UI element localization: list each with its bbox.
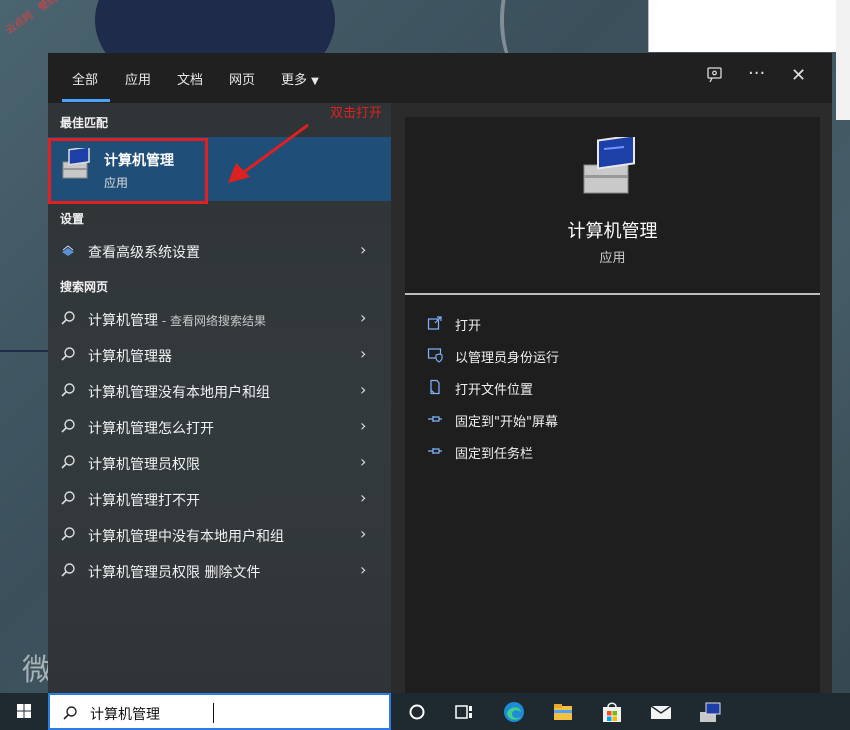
chevron-right-icon: › [360, 416, 367, 435]
section-best-match: 最佳匹配 [60, 116, 109, 130]
action-open-file-location-label: 打开文件位置 [455, 383, 534, 398]
web-result-label: 计算机管理器 [88, 349, 172, 365]
search-icon [61, 527, 75, 541]
web-result-label: 计算机管理中没有本地用户和组 [88, 529, 284, 545]
taskbar: 计算机管理 [0, 693, 850, 730]
tab-apps[interactable]: 应用 [125, 69, 151, 88]
web-result-row[interactable]: 计算机管理员权限 › [48, 445, 391, 481]
web-result-row[interactable]: 计算机管理打不开 › [48, 481, 391, 517]
settings-item-label: 查看高级系统设置 [88, 245, 200, 261]
search-icon [61, 455, 75, 469]
web-result-label: 计算机管理员权限 [88, 457, 200, 473]
web-result-row[interactable]: 计算机管理怎么打开 › [48, 409, 391, 445]
settings-item-advanced-system[interactable]: 查看高级系统设置 › [48, 233, 391, 269]
chevron-right-icon: › [360, 380, 367, 399]
web-result-label: 计算机管理打不开 [88, 493, 200, 509]
action-open-label: 打开 [455, 319, 482, 334]
highlight-box [48, 138, 208, 204]
task-view-icon[interactable] [452, 700, 476, 724]
detail-title: 计算机管理 [567, 221, 658, 242]
action-run-as-admin-label: 以管理员身份运行 [455, 351, 560, 366]
computer-management-taskbar-icon[interactable] [698, 700, 722, 724]
detail-divider [405, 293, 820, 295]
mail-icon[interactable] [649, 700, 673, 724]
file-explorer-icon[interactable] [551, 700, 575, 724]
chevron-right-icon: › [360, 488, 367, 507]
tab-more[interactable]: 更多 ▼ [281, 69, 319, 88]
tab-more-label: 更多 [281, 73, 308, 88]
open-icon [427, 316, 442, 330]
chevron-right-icon: › [360, 560, 367, 579]
detail-subtitle: 应用 [599, 251, 626, 266]
cortana-icon[interactable] [405, 700, 429, 724]
action-pin-to-start-label: 固定到"开始"屏幕 [455, 415, 558, 430]
background-window-edge [836, 0, 850, 120]
web-result-label: 计算机管理怎么打开 [88, 421, 214, 437]
web-result-row[interactable]: 计算机管理没有本地用户和组 › [48, 373, 391, 409]
tab-all[interactable]: 全部 [72, 69, 98, 88]
system-settings-icon [62, 245, 74, 256]
search-icon [61, 563, 75, 577]
action-pin-to-taskbar-label: 固定到任务栏 [455, 447, 534, 462]
web-result-row[interactable]: 计算机管理员权限 删除文件 › [48, 553, 391, 589]
tab-web[interactable]: 网页 [229, 69, 255, 88]
chevron-right-icon: › [360, 308, 367, 327]
search-icon [63, 706, 77, 720]
web-result-label: 计算机管理没有本地用户和组 [88, 385, 270, 401]
section-web-search: 搜索网页 [60, 280, 109, 294]
detail-pane: 计算机管理 应用 打开 以管理员身份运行 打开文件位置 固定到"开始"屏幕 固定… [405, 117, 820, 693]
search-icon [61, 347, 75, 361]
wallpaper-line [0, 350, 48, 352]
search-panel: 全部 应用 文档 网页 更多 ▼ ··· ✕ 最佳匹配 计算机管理 应用 双击打… [48, 53, 832, 693]
shield-icon [427, 348, 443, 363]
search-icon [61, 311, 75, 325]
search-icon [61, 383, 75, 397]
text-caret [213, 703, 214, 723]
web-result-row[interactable]: 计算机管理器 › [48, 337, 391, 373]
search-icon [61, 419, 75, 433]
more-options-icon[interactable]: ··· [748, 63, 765, 84]
chevron-right-icon: › [360, 344, 367, 363]
annotation-label: 双击打开 [330, 106, 383, 121]
pin-icon [428, 448, 442, 454]
close-icon[interactable]: ✕ [791, 65, 806, 86]
edge-browser-icon[interactable] [502, 700, 526, 724]
feedback-icon[interactable] [706, 66, 724, 88]
search-icon [61, 491, 75, 505]
web-result-label: 计算机管理员权限 删除文件 [88, 565, 261, 581]
file-location-icon [430, 379, 440, 395]
windows-logo-icon [17, 704, 31, 718]
search-input[interactable]: 计算机管理 [90, 704, 160, 724]
web-result-suffix: - 查看网络搜索结果 [158, 314, 266, 328]
section-settings: 设置 [60, 212, 85, 226]
start-button[interactable] [0, 693, 48, 730]
web-result-row[interactable]: 计算机管理 - 查看网络搜索结果 › [48, 301, 391, 337]
annotation-arrow-icon [228, 123, 309, 183]
watermark-text: 云点网 · 壁纸科技 [4, 0, 76, 37]
web-result-label: 计算机管理 - 查看网络搜索结果 [88, 310, 266, 330]
chevron-right-icon: › [360, 240, 367, 259]
chevron-right-icon: › [360, 524, 367, 543]
active-tab-indicator [62, 99, 110, 102]
tab-documents[interactable]: 文档 [177, 69, 203, 88]
web-result-row[interactable]: 计算机管理中没有本地用户和组 › [48, 517, 391, 553]
search-tabs: 全部 应用 文档 网页 更多 ▼ ··· ✕ [48, 53, 832, 103]
pin-icon [428, 416, 442, 422]
chevron-right-icon: › [360, 452, 367, 471]
taskbar-search-box[interactable]: 计算机管理 [48, 693, 391, 730]
computer-management-icon [583, 137, 635, 194]
chevron-down-icon: ▼ [311, 76, 319, 87]
microsoft-store-icon[interactable] [600, 700, 624, 724]
background-window [648, 0, 850, 52]
web-result-text: 计算机管理 [88, 313, 158, 329]
